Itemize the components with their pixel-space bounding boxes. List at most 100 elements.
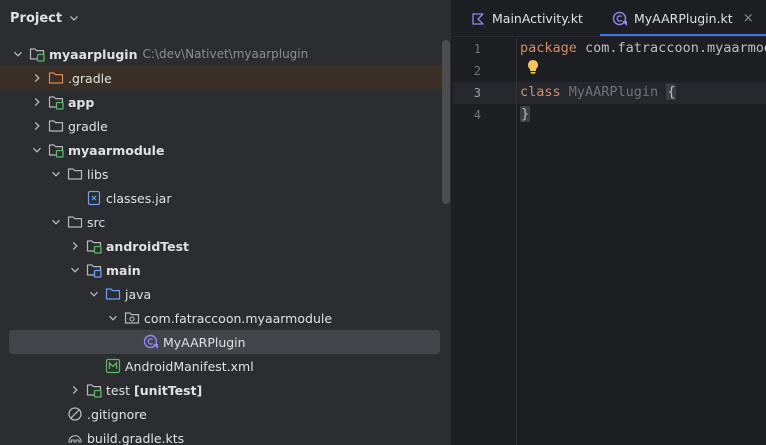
tree-item-label: java — [125, 286, 152, 302]
manifest-icon — [105, 358, 121, 374]
tree-item-label: app — [68, 94, 95, 110]
tree-item-suffix: [unitTest] — [134, 382, 203, 398]
close-brace: } — [520, 106, 531, 122]
folder-icon — [48, 118, 64, 134]
tree-item-label: test — [106, 382, 131, 398]
editor-tab-bar: MainActivity.kt MyAARPlugin.kt × — [453, 0, 766, 37]
line-number: 2 — [473, 64, 481, 78]
chevron-down-icon[interactable] — [11, 47, 25, 61]
code-line-4[interactable]: } — [520, 106, 531, 122]
code-line-1[interactable]: package com.fatraccoon.myaarmodule — [520, 40, 766, 56]
tree-item-label: .gradle — [68, 70, 112, 86]
tree-item[interactable]: AndroidManifest.xml — [0, 354, 451, 378]
tree-item-label: com.fatraccoon.myaarmodule — [144, 310, 333, 326]
tree-item[interactable]: src — [0, 210, 451, 234]
tree-item[interactable]: androidTest — [0, 234, 451, 258]
tree-item-label: libs — [87, 166, 109, 182]
tree-item-label: .gitignore — [87, 406, 147, 422]
tree-item-label: gradle — [68, 118, 108, 134]
chevron-right-icon[interactable] — [30, 119, 44, 133]
tree-item-label: myaarplugin — [49, 46, 138, 62]
chevron-right-icon[interactable] — [68, 239, 82, 253]
tab-label: MyAARPlugin.kt — [634, 11, 733, 26]
line-number: 1 — [473, 42, 481, 56]
tree-item[interactable]: myaarmodule — [0, 138, 451, 162]
folder-icon — [67, 166, 83, 182]
module-folder-icon — [48, 94, 64, 110]
tree-item[interactable]: .gitignore — [0, 402, 451, 426]
tree-item[interactable]: test [unitTest] — [0, 378, 451, 402]
test-folder-icon — [86, 382, 102, 398]
tree-item[interactable]: .gradle — [0, 66, 451, 90]
chevron-down-icon[interactable] — [106, 311, 120, 325]
open-brace: { — [666, 84, 677, 100]
source-root-folder-icon — [105, 286, 121, 302]
tree-item[interactable]: libs — [0, 162, 451, 186]
chevron-down-icon[interactable] — [68, 263, 82, 277]
tree-item[interactable]: main — [0, 258, 451, 282]
chevron-down-icon[interactable] — [49, 167, 63, 181]
project-panel: Project myaarplugin C:\dev\Nativet\myaarp… — [0, 0, 452, 445]
tab-myaarplugin[interactable]: MyAARPlugin.kt × — [608, 0, 754, 37]
code-line-3[interactable]: class MyAARPlugin { — [520, 84, 677, 100]
source-set-folder-icon — [86, 262, 102, 278]
keyword: package — [520, 40, 577, 56]
line-number: 4 — [473, 108, 481, 122]
tree-item[interactable]: com.fatraccoon.myaarmodule — [0, 306, 451, 330]
module-folder-icon — [29, 46, 45, 62]
project-panel-header[interactable]: Project — [0, 0, 451, 36]
tree-item[interactable]: build.gradle.kts — [0, 426, 451, 445]
module-folder-icon — [48, 142, 64, 158]
chevron-down-icon[interactable] — [69, 13, 79, 23]
tree-item-label: AndroidManifest.xml — [125, 358, 254, 374]
kotlin-class-icon — [612, 11, 628, 27]
lightbulb-icon[interactable] — [526, 59, 540, 78]
active-tab-indicator — [600, 34, 766, 36]
tree-item-label: androidTest — [106, 238, 190, 254]
gradle-file-icon — [67, 430, 83, 445]
chevron-down-icon[interactable] — [87, 287, 101, 301]
panel-title[interactable]: Project — [10, 11, 62, 26]
keyword: class — [520, 84, 561, 100]
project-path-hint: C:\dev\Nativet\myaarplugin — [142, 47, 309, 61]
tree-item-label: build.gradle.kts — [87, 430, 185, 445]
folder-icon — [67, 214, 83, 230]
kotlin-class-icon — [143, 334, 159, 350]
package-icon — [124, 310, 140, 326]
tree-scrollbar[interactable] — [442, 40, 450, 204]
tree-item-label: main — [106, 262, 141, 278]
jar-file-icon — [86, 190, 102, 206]
tree-item[interactable]: java — [0, 282, 451, 306]
close-icon[interactable]: × — [743, 11, 754, 26]
tree-item-label: src — [87, 214, 106, 230]
tree-item-label: MyAARPlugin — [163, 334, 246, 350]
tree-item[interactable]: classes.jar — [0, 186, 451, 210]
tree-item-label: classes.jar — [106, 190, 172, 206]
kotlin-file-icon — [470, 11, 486, 27]
chevron-down-icon[interactable] — [49, 215, 63, 229]
editor-area: MainActivity.kt MyAARPlugin.kt × 1 2 3 4… — [453, 0, 766, 445]
tree-item[interactable]: app — [0, 90, 451, 114]
chevron-right-icon[interactable] — [30, 71, 44, 85]
line-number: 3 — [473, 86, 481, 100]
chevron-right-icon[interactable] — [68, 383, 82, 397]
tree-item[interactable]: MyAARPlugin — [9, 330, 440, 354]
excluded-folder-icon — [48, 70, 64, 86]
tree-item[interactable]: myaarplugin C:\dev\Nativet\myaarplugin — [0, 42, 451, 66]
tab-mainactivity[interactable]: MainActivity.kt — [466, 0, 583, 37]
tree-item[interactable]: gradle — [0, 114, 451, 138]
class-name: MyAARPlugin — [560, 84, 667, 100]
ignore-file-icon — [67, 406, 83, 422]
chevron-right-icon[interactable] — [30, 95, 44, 109]
tree-item-label: myaarmodule — [68, 142, 165, 158]
test-folder-icon — [86, 238, 102, 254]
chevron-down-icon[interactable] — [30, 143, 44, 157]
package-name: com.fatraccoon.myaarmodule — [585, 40, 766, 56]
line-number-gutter: 1 2 3 4 — [453, 38, 517, 445]
tab-label: MainActivity.kt — [492, 11, 583, 26]
